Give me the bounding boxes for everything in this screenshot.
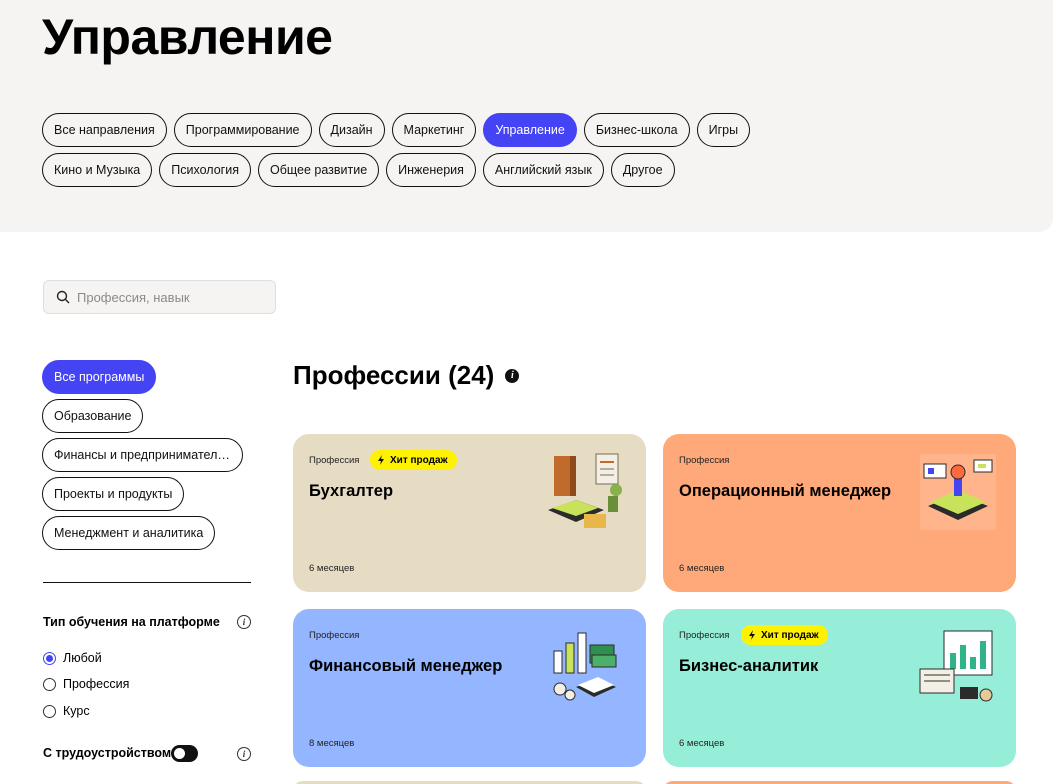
category-chip-psychology[interactable]: Психология <box>159 153 251 187</box>
lightning-icon <box>378 455 384 465</box>
bestseller-badge: Хит продаж <box>370 450 457 470</box>
category-chips-row-1: Все направления Программирование Дизайн … <box>42 113 751 147</box>
employment-label: С трудоустройством <box>43 746 172 760</box>
card-duration: 6 месяцев <box>679 738 725 749</box>
section-title: Профессии (24) i <box>293 360 520 391</box>
badge-label: Хит продаж <box>390 454 448 466</box>
search-box[interactable] <box>43 280 276 314</box>
category-chip-all[interactable]: Все направления <box>42 113 167 147</box>
profession-card-business-analyst[interactable]: Профессия Хит продаж Бизнес-аналитик 6 м… <box>663 609 1016 767</box>
category-chip-marketing[interactable]: Маркетинг <box>391 113 477 147</box>
category-chip-programming[interactable]: Программирование <box>173 113 312 147</box>
info-icon[interactable]: i <box>505 368 520 383</box>
card-title: Бухгалтер <box>309 482 394 500</box>
analytics-illustration-icon <box>919 630 993 702</box>
info-icon[interactable]: i <box>237 747 251 761</box>
card-kind: Профессия <box>309 630 360 641</box>
card-duration: 6 месяцев <box>309 563 355 574</box>
employment-toggle[interactable] <box>171 745 198 762</box>
profession-card-finance-manager[interactable]: Профессия Финансовый менеджер 8 месяцев <box>293 609 646 767</box>
finance-illustration-icon <box>553 632 617 701</box>
category-chip-management[interactable]: Управление <box>483 113 577 147</box>
badge-label: Хит продаж <box>761 629 819 641</box>
card-kind: Профессия <box>309 455 360 466</box>
profession-card-operations-manager[interactable]: Профессия Операционный менеджер 6 месяце… <box>663 434 1016 592</box>
lightning-icon <box>749 630 755 640</box>
card-title: Финансовый менеджер <box>309 657 503 675</box>
program-chip-finance[interactable]: Финансы и предпринимательство <box>42 438 243 472</box>
card-kind: Профессия <box>679 455 730 466</box>
category-chip-other[interactable]: Другое <box>610 153 675 187</box>
radio-label: Любой <box>63 651 102 665</box>
section-title-text: Профессии (24) <box>293 360 495 390</box>
radio-dot[interactable] <box>43 677 56 691</box>
radio-label: Курс <box>63 704 90 718</box>
card-title: Операционный менеджер <box>679 482 892 500</box>
program-chip-management[interactable]: Менеджмент и аналитика <box>42 516 216 550</box>
program-filter-list: Все программы Образование Финансы и пред… <box>42 360 243 550</box>
category-chip-film-music[interactable]: Кино и Музыка <box>42 153 153 187</box>
category-chips-row-2: Кино и Музыка Психология Общее развитие … <box>42 153 675 187</box>
info-icon[interactable]: i <box>237 615 251 629</box>
radio-course[interactable]: Курс <box>43 704 90 718</box>
radio-profession[interactable]: Профессия <box>43 677 129 691</box>
program-chip-all[interactable]: Все программы <box>42 360 157 394</box>
search-input[interactable] <box>77 289 267 305</box>
operations-illustration-icon <box>920 454 996 530</box>
radio-any[interactable]: Любой <box>43 651 102 665</box>
radio-dot[interactable] <box>43 651 56 665</box>
category-chip-english[interactable]: Английский язык <box>482 153 604 187</box>
category-chip-engineering[interactable]: Инженерия <box>386 153 476 187</box>
card-title: Бизнес-аналитик <box>679 657 819 675</box>
radio-label: Профессия <box>63 677 130 691</box>
profession-card-accountant[interactable]: Профессия Хит продаж Бухгалтер 6 месяцев <box>293 434 646 592</box>
bestseller-badge: Хит продаж <box>741 625 828 645</box>
card-kind: Профессия <box>679 630 730 641</box>
card-duration: 8 месяцев <box>309 738 355 749</box>
radio-dot[interactable] <box>43 704 56 718</box>
category-chip-general[interactable]: Общее развитие <box>257 153 380 187</box>
accounting-illustration-icon <box>548 453 622 528</box>
category-chip-business-school[interactable]: Бизнес-школа <box>583 113 690 147</box>
category-chip-games[interactable]: Игры <box>696 113 751 147</box>
category-chip-design[interactable]: Дизайн <box>318 113 385 147</box>
program-chip-projects[interactable]: Проекты и продукты <box>42 477 185 511</box>
page-title: Управление <box>42 9 333 65</box>
card-duration: 6 месяцев <box>679 563 725 574</box>
search-icon <box>56 290 70 304</box>
program-chip-education[interactable]: Образование <box>42 399 144 433</box>
training-type-label: Тип обучения на платформе <box>43 615 220 629</box>
filters-divider <box>43 582 251 583</box>
